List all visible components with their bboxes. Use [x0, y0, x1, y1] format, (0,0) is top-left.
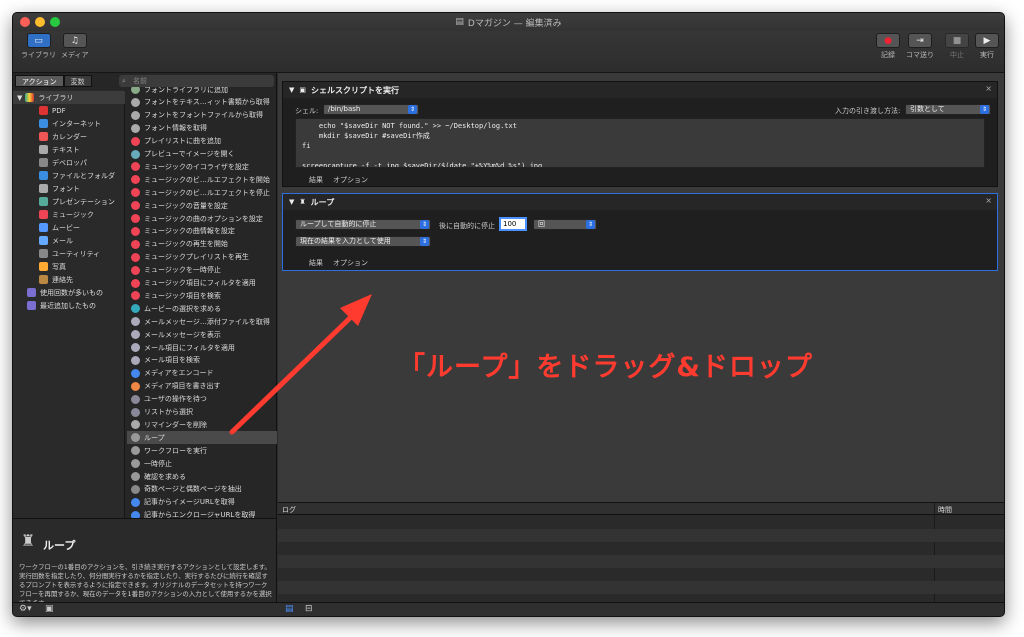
annotation-text: 「ループ」をドラッグ&ドロップ — [398, 352, 813, 383]
drag-arrow — [229, 294, 372, 435]
